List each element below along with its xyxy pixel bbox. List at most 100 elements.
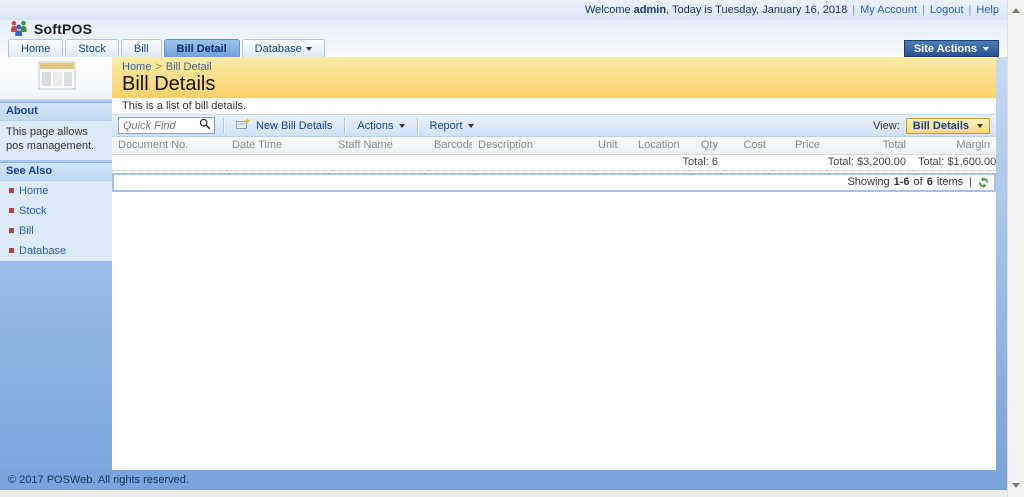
sidebar-item-bill[interactable]: Bill: [0, 221, 112, 241]
sidebar-image-box: [0, 57, 112, 100]
col-barcode[interactable]: Barcode: [428, 137, 472, 155]
new-bill-details-button[interactable]: New Bill Details: [232, 118, 336, 133]
tab-bill[interactable]: Bill: [120, 39, 162, 57]
sidebar-item-home[interactable]: Home: [0, 181, 112, 201]
breadcrumb-home-link[interactable]: Home: [122, 61, 151, 73]
about-text: This page allows pos management.: [6, 126, 95, 153]
arrow-up-icon: [1012, 7, 1020, 13]
tab-label: Home: [21, 42, 51, 55]
people-icon: [10, 20, 28, 39]
chevron-down-icon: [977, 123, 983, 128]
breadcrumb-separator: >: [155, 61, 162, 73]
vertical-scrollbar[interactable]: [1007, 0, 1024, 497]
view-selector[interactable]: Bill Details: [905, 117, 990, 134]
about-title: About: [0, 103, 112, 121]
actions-label: Actions: [357, 119, 394, 132]
range-value: 1-6: [893, 176, 910, 188]
qty-total: Total: 6: [112, 153, 724, 171]
tab-label: Bill Detail: [176, 42, 227, 55]
total-items-value: 6: [926, 176, 933, 188]
red-square-bullet: [9, 228, 14, 234]
welcome-bar: Welcome admin, Today is Tuesday, January…: [0, 0, 1007, 20]
toolbar-separator: [416, 117, 418, 134]
bill-details-table: Document No. Date Time Staff Name Barcod…: [112, 137, 996, 171]
col-document-no[interactable]: Document No.: [112, 137, 226, 155]
red-square-bullet: [9, 248, 14, 254]
page-description: This is a list of bill details.: [122, 100, 247, 112]
col-description[interactable]: Description: [472, 137, 592, 155]
welcome-text: Welcome: [584, 4, 634, 16]
grand-total: Total: $3,200.00: [724, 153, 912, 171]
new-bill-details-label: New Bill Details: [256, 119, 333, 132]
sidebar-item-database[interactable]: Database: [0, 241, 112, 261]
breadcrumb: Home > Bill Detail: [122, 61, 996, 73]
pager-separator: |: [969, 176, 972, 188]
tab-label: Stock: [78, 42, 106, 55]
arrow-down-icon: [1012, 482, 1020, 488]
pagination-bar: Showing 1-6 of 6 items |: [112, 172, 996, 192]
footer-bar: © 2017 POSWeb. All rights reserved.: [0, 470, 1007, 490]
chevron-down-icon: [467, 123, 474, 128]
welcome-date-text: , Today is Tuesday, January 16, 2018: [666, 4, 848, 16]
sidebar-item-label: Home: [19, 184, 49, 197]
app-title: SoftPOS: [34, 21, 93, 37]
separator: |: [968, 4, 972, 16]
col-qty[interactable]: Qty: [688, 137, 724, 155]
col-price[interactable]: Price: [772, 137, 826, 155]
window-panes-graphic: [32, 60, 80, 97]
margin-total: Total: $1,600.00: [912, 153, 996, 171]
logout-link[interactable]: Logout: [930, 4, 964, 16]
sidebar: About This page allows pos management. S…: [0, 57, 112, 470]
page-header: Home > Bill Detail Bill Details: [112, 57, 996, 98]
body-area: About This page allows pos management. S…: [0, 57, 1007, 470]
about-box: About This page allows pos management.: [0, 102, 112, 160]
scroll-down-button[interactable]: [1008, 477, 1024, 493]
toolbar: New Bill Details Actions Report View:: [112, 114, 996, 137]
content-filler: [112, 191, 996, 470]
copyright-text: © 2017 POSWeb. All rights reserved.: [8, 474, 189, 486]
separator: |: [922, 4, 925, 16]
items-label: items: [936, 176, 964, 188]
tab-bill-detail[interactable]: Bill Detail: [163, 39, 240, 57]
red-square-bullet: [9, 188, 14, 194]
table-header-row: Document No. Date Time Staff Name Barcod…: [112, 137, 996, 155]
sidebar-item-stock[interactable]: Stock: [0, 201, 112, 221]
site-actions-button[interactable]: Site Actions: [903, 40, 999, 57]
bottom-edge: [0, 490, 1007, 497]
softpos-page: Welcome admin, Today is Tuesday, January…: [0, 0, 1024, 497]
see-also-box: See Also Home Stock Bill Database: [0, 161, 112, 261]
chevron-down-icon: [983, 46, 989, 51]
my-account-link[interactable]: My Account: [860, 4, 917, 16]
col-location[interactable]: Location: [632, 137, 688, 155]
totals-row: Total: 6 Total: $3,200.00 Total: $1,600.…: [112, 153, 996, 171]
actions-button[interactable]: Actions: [353, 120, 408, 132]
tab-label: Database: [254, 42, 302, 55]
tab-database[interactable]: Database: [241, 39, 325, 57]
tab-strip: Home Stock Bill Bill Detail Database Sit…: [0, 38, 1007, 57]
col-unit[interactable]: Unit: [592, 137, 632, 155]
col-staff-name[interactable]: Staff Name: [332, 137, 428, 155]
refresh-icon[interactable]: [978, 176, 989, 188]
col-date-time[interactable]: Date Time: [226, 137, 332, 155]
magnifier-icon[interactable]: [199, 118, 211, 133]
of-label: of: [913, 176, 923, 188]
scroll-up-button[interactable]: [1008, 2, 1024, 18]
toolbar-separator: [223, 117, 224, 134]
tab-stock[interactable]: Stock: [65, 39, 119, 57]
col-total[interactable]: Total: [826, 137, 912, 155]
chevron-down-icon: [398, 123, 405, 128]
report-button[interactable]: Report: [426, 120, 478, 132]
sidebar-item-label: Stock: [19, 204, 47, 217]
right-frame-strip: [996, 57, 1007, 470]
main-content: Home > Bill Detail Bill Details This is …: [112, 57, 1007, 470]
quick-find-input[interactable]: [123, 119, 197, 132]
view-label: View:: [873, 119, 900, 132]
see-also-title: See Also: [0, 162, 112, 181]
red-square-bullet: [9, 208, 14, 214]
col-cost[interactable]: Cost: [724, 137, 772, 155]
help-link[interactable]: Help: [976, 4, 999, 16]
tab-home[interactable]: Home: [8, 39, 64, 57]
col-margin[interactable]: Margin: [912, 137, 996, 155]
sidebar-item-label: Database: [19, 244, 67, 257]
toolbar-separator: [344, 117, 346, 134]
